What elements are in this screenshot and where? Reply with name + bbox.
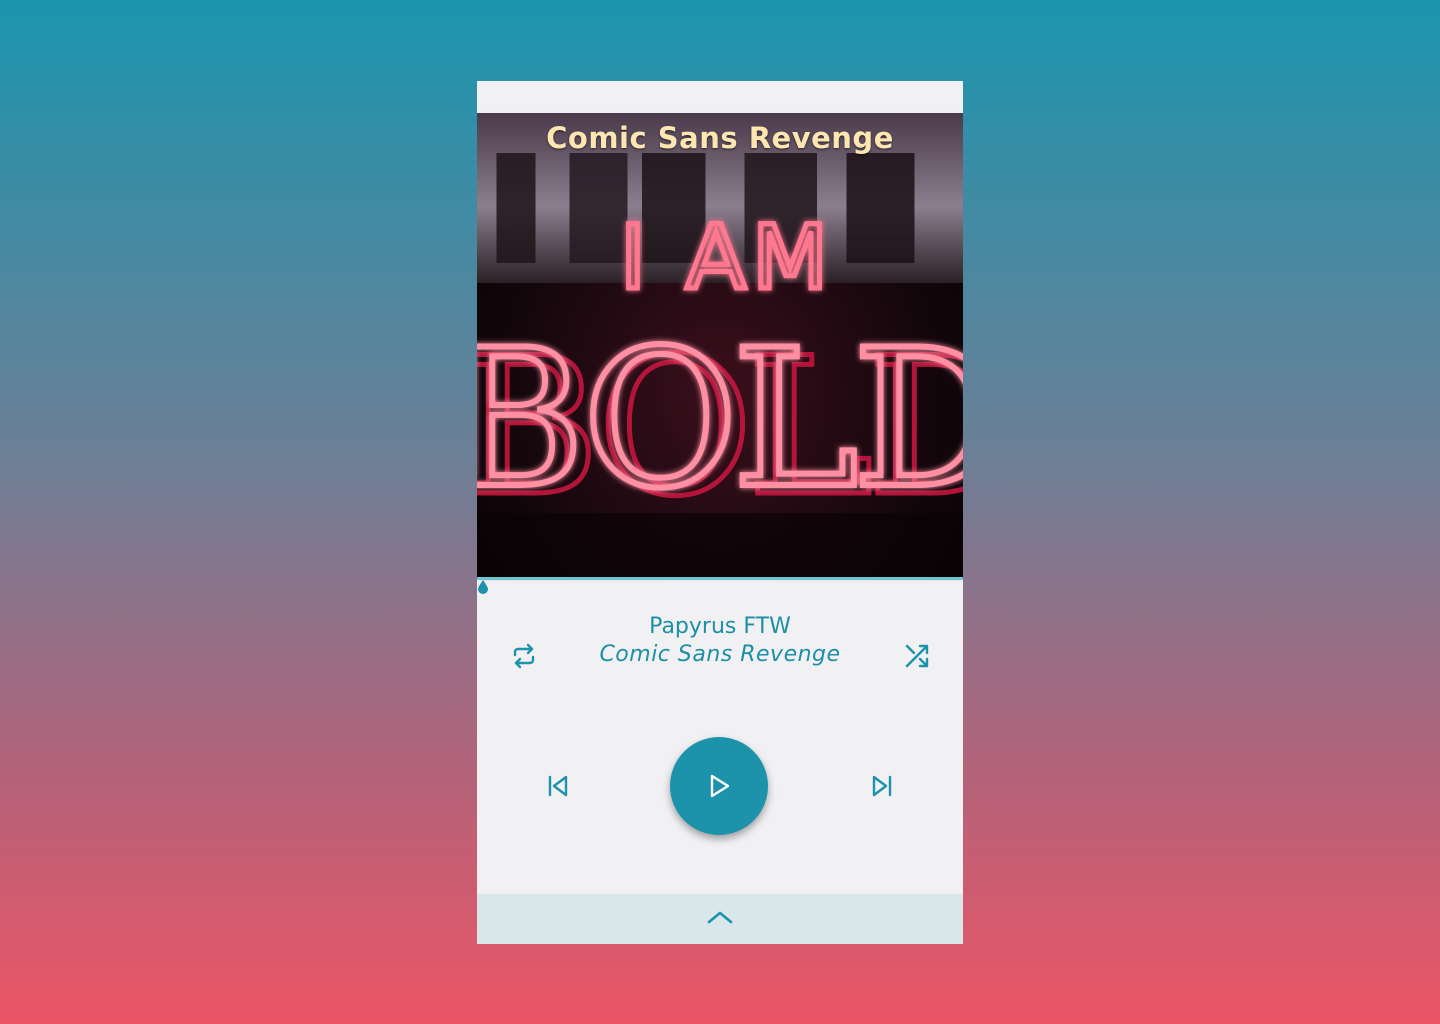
- play-button[interactable]: [670, 737, 768, 835]
- chevron-up-icon: [707, 911, 733, 924]
- track-artist: Comic Sans Revenge: [599, 642, 841, 667]
- track-title: Papyrus FTW: [649, 614, 791, 639]
- neon-line-2: BOLD: [477, 309, 963, 530]
- previous-button[interactable]: [545, 773, 571, 799]
- shuffle-icon: [905, 644, 929, 668]
- next-button[interactable]: [869, 773, 895, 799]
- neon-line-1: I AM: [620, 206, 834, 309]
- repeat-button[interactable]: [509, 641, 539, 671]
- expand-button[interactable]: [705, 905, 735, 929]
- play-icon: [710, 774, 730, 798]
- album-art: I AM BOLD BOLD Comic Sans Revenge: [477, 113, 963, 577]
- skip-next-icon: [872, 775, 892, 797]
- repeat-icon: [513, 643, 535, 669]
- bottom-bar: [477, 894, 963, 944]
- album-art-title: Comic Sans Revenge: [546, 121, 894, 155]
- progress-thumb-icon[interactable]: [478, 580, 488, 594]
- music-player: I AM BOLD BOLD Comic Sans Revenge Papyru…: [477, 81, 963, 944]
- progress-bar[interactable]: [477, 577, 963, 580]
- shuffle-button[interactable]: [902, 641, 932, 671]
- skip-previous-icon: [548, 775, 568, 797]
- neon-sign-graphic: I AM BOLD BOLD: [477, 204, 963, 577]
